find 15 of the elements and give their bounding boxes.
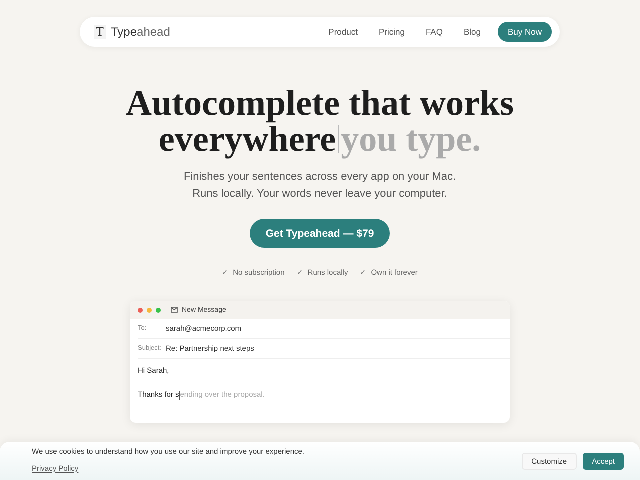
brand-name[interactable]: Typeahead (111, 25, 170, 39)
mail-icon (171, 307, 178, 313)
text-caret (179, 390, 180, 400)
nav-link[interactable]: Pricing (378, 27, 405, 37)
subtitle: Runs locally. Your words never leave your computer. (192, 187, 448, 202)
headline-suggestion: you type. (341, 121, 482, 157)
nav-link[interactable]: Blog (464, 27, 481, 37)
nav-link[interactable]: FAQ (426, 27, 443, 37)
text-caret (338, 125, 340, 153)
nav-link[interactable]: Product (328, 27, 358, 37)
headline: Autocomplete that works (126, 85, 514, 121)
buy-now-button[interactable]: Buy Now (498, 22, 552, 42)
subtitle: Finishes your sentences across every app on your Mac. (184, 170, 456, 185)
logo-mark: T (94, 25, 106, 39)
get-typeahead-button[interactable]: Get Typeahead — $79 (250, 219, 390, 248)
